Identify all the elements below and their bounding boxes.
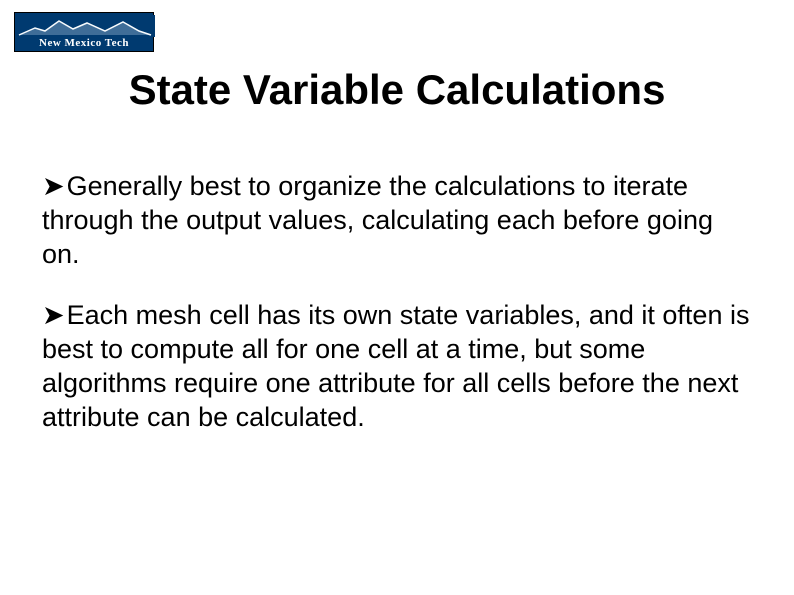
slide-title: State Variable Calculations <box>0 66 794 114</box>
bullet-text: Generally best to organize the calculati… <box>42 171 713 269</box>
logo-text: New Mexico Tech <box>15 37 153 51</box>
slide-body: ➤Generally best to organize the calculat… <box>42 170 754 462</box>
bullet-text: Each mesh cell has its own state variabl… <box>42 300 749 431</box>
bullet-arrow-icon: ➤ <box>42 300 65 330</box>
bullet-item: ➤Each mesh cell has its own state variab… <box>42 299 754 434</box>
slide: New Mexico Tech State Variable Calculati… <box>0 0 794 595</box>
bullet-item: ➤Generally best to organize the calculat… <box>42 170 754 271</box>
mountain-icon <box>15 15 153 37</box>
bullet-arrow-icon: ➤ <box>42 171 65 201</box>
institution-logo: New Mexico Tech <box>14 12 154 52</box>
